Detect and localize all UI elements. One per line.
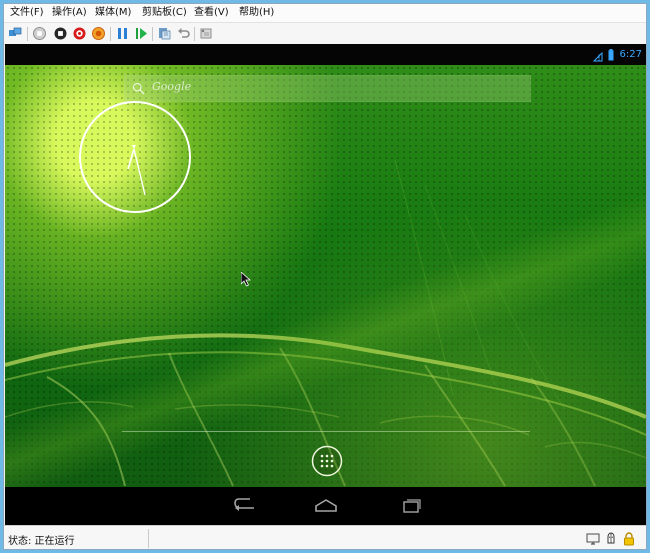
virtual-machine-window: 文件(F) 操作(A) 媒体(M) 剪贴板(C) 查看(V) 帮助(H) 6:2… <box>3 3 647 550</box>
vm-status-text: 状态: 正在运行 <box>8 536 75 547</box>
signal-icon <box>592 49 603 62</box>
vm-status-bar: 状态: 正在运行 <box>4 525 646 549</box>
checkpoint-icon[interactable] <box>157 26 172 41</box>
monitor-icon[interactable] <box>585 531 601 547</box>
menu-bar: 文件(F) 操作(A) 媒体(M) 剪贴板(C) 查看(V) 帮助(H) <box>4 4 646 23</box>
settings-icon[interactable] <box>199 26 214 41</box>
analog-clock-widget[interactable] <box>78 100 192 214</box>
vm-connection-icon[interactable] <box>8 26 23 41</box>
recents-icon[interactable] <box>394 496 426 516</box>
save-state-icon[interactable] <box>91 26 106 41</box>
toolbar-separator <box>194 27 195 41</box>
android-home-wallpaper: Google <box>5 65 646 487</box>
google-search-bar[interactable]: Google <box>124 75 531 102</box>
shutdown-icon[interactable] <box>72 26 87 41</box>
menu-media[interactable]: 媒体(M) <box>95 4 131 22</box>
home-icon[interactable] <box>310 496 342 516</box>
menu-help[interactable]: 帮助(H) <box>239 4 274 22</box>
lock-icon[interactable] <box>621 531 637 547</box>
leaf-vein-overlay <box>5 159 646 487</box>
search-icon <box>132 81 146 95</box>
dock-divider <box>122 431 530 432</box>
toolbar-separator <box>27 27 28 41</box>
android-clock-text: 6:27 <box>619 49 642 60</box>
all-apps-button[interactable] <box>311 445 343 477</box>
menu-action[interactable]: 操作(A) <box>52 4 87 22</box>
android-screen[interactable]: 6:27 Google <box>5 44 646 525</box>
toolbar-separator <box>110 27 111 41</box>
mouse-pointer-icon <box>240 271 252 287</box>
back-icon[interactable] <box>230 496 262 516</box>
stop-icon[interactable] <box>32 26 47 41</box>
turn-off-icon[interactable] <box>53 26 68 41</box>
toolbar <box>4 23 646 45</box>
pause-icon[interactable] <box>115 26 130 41</box>
resume-icon[interactable] <box>134 26 149 41</box>
android-navigation-bar <box>5 487 646 525</box>
status-divider <box>148 529 149 548</box>
menu-view[interactable]: 查看(V) <box>194 4 229 22</box>
menu-clipboard[interactable]: 剪贴板(C) <box>142 4 187 22</box>
battery-icon <box>608 48 614 61</box>
menu-file[interactable]: 文件(F) <box>10 4 44 22</box>
keyboard-icon[interactable] <box>603 531 619 547</box>
toolbar-separator <box>152 27 153 41</box>
google-search-label: Google <box>152 80 192 93</box>
revert-icon[interactable] <box>176 26 191 41</box>
android-status-bar: 6:27 <box>5 44 646 65</box>
